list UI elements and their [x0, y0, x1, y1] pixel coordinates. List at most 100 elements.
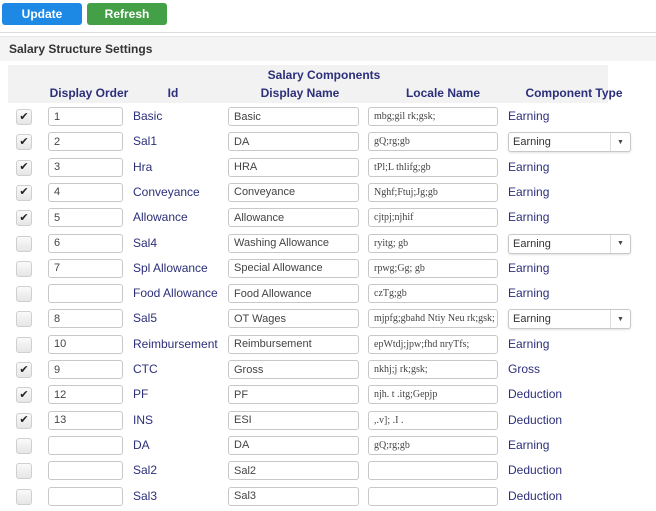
column-header-locale-name: Locale Name	[405, 86, 481, 100]
locale-name-input[interactable]: cjtpj;njhif	[368, 208, 498, 228]
component-type: Gross	[508, 362, 541, 376]
component-id: Hra	[133, 159, 153, 174]
check-icon: ✔	[19, 135, 29, 148]
row-checkbox[interactable]: ✔	[16, 184, 32, 201]
component-type-select[interactable]: Earning ▼	[508, 233, 631, 254]
display-order-input[interactable]: 2	[48, 132, 123, 152]
group-header: Salary Components	[267, 68, 381, 82]
row-checkbox[interactable]: ✔	[16, 362, 32, 378]
row-checkbox[interactable]	[16, 260, 32, 277]
table-row: 10 Reimbursement Reimbursement epWtdj;jpw;f…	[0, 334, 656, 359]
component-type-select[interactable]: Earning ▼	[508, 132, 631, 153]
row-checkbox[interactable]: ✔	[16, 134, 32, 151]
toolbar: Update Refresh	[0, 0, 656, 32]
row-checkbox[interactable]: ✔	[16, 387, 32, 404]
display-order-input[interactable]: 12	[48, 385, 123, 405]
row-checkbox[interactable]: ✔	[16, 210, 32, 227]
display-name-input[interactable]: Conveyance	[228, 182, 359, 202]
display-order-input[interactable]: 10	[48, 334, 123, 354]
row-checkbox[interactable]	[16, 235, 32, 252]
component-id: Sal1	[133, 134, 158, 149]
component-type: Deduction	[508, 387, 563, 402]
display-name-input[interactable]: Gross	[228, 360, 359, 379]
locale-name-input[interactable]: nkhj;j rk;gsk;	[368, 360, 498, 379]
locale-name-input[interactable]: gQ;rg;gb	[368, 132, 498, 152]
row-checkbox[interactable]: ✔	[16, 109, 32, 125]
table-row: ✔ 9 CTC Gross nkhj;j rk;gsk; Gross	[0, 359, 656, 384]
display-name-input[interactable]: Washing Allowance	[228, 233, 359, 253]
table-row: ✔ 2 Sal1 DA gQ;rg;gb Earning ▼	[0, 131, 656, 156]
locale-name-input[interactable]	[368, 486, 498, 506]
component-type: Deduction	[508, 463, 563, 478]
display-order-input[interactable]: 9	[48, 360, 123, 379]
locale-name-input[interactable]: epWtdj;jpw;fhd nryTfs;	[368, 334, 498, 354]
locale-name-input[interactable]: rpwg;Gg; gb	[368, 258, 498, 278]
display-name-input[interactable]: Reimbursement	[228, 334, 359, 354]
component-id: Reimbursement	[133, 336, 218, 351]
display-order-input[interactable]: 6	[48, 233, 123, 253]
check-icon: ✔	[19, 363, 29, 376]
table-header: Salary Components Display Order Id Displ…	[8, 65, 623, 103]
row-checkbox[interactable]	[16, 437, 32, 454]
locale-name-input[interactable]: ,.v]; .I .	[368, 410, 498, 430]
table-row: 8 Sal5 OT Wages mjpfg;gbahd Ntiy Neu rk;gsk…	[0, 308, 656, 333]
row-checkbox[interactable]	[16, 336, 32, 353]
chevron-down-icon[interactable]: ▼	[610, 133, 630, 152]
refresh-button[interactable]: Refresh	[87, 3, 167, 25]
table-row: Sal3 Sal3 Deduction	[0, 486, 656, 511]
check-icon: ✔	[19, 110, 29, 123]
chevron-down-icon[interactable]: ▼	[610, 234, 630, 253]
component-type: Deduction	[508, 412, 563, 427]
display-name-input[interactable]: Basic	[228, 107, 359, 126]
display-name-input[interactable]: HRA	[228, 157, 359, 177]
locale-name-input[interactable]: mjpfg;gbahd Ntiy Neu rk;gsk;	[368, 309, 498, 329]
display-name-input[interactable]: PF	[228, 385, 359, 405]
component-id: Sal2	[133, 463, 158, 478]
component-id: PF	[133, 387, 149, 402]
display-order-input[interactable]	[48, 461, 123, 481]
locale-name-input[interactable]: mbg;gil rk;gsk;	[368, 107, 498, 126]
display-order-input[interactable]: 3	[48, 157, 123, 177]
locale-name-input[interactable]: njh. t .itg;Gepjp	[368, 385, 498, 405]
locale-name-input[interactable]: tPl;L thlifg;gb	[368, 157, 498, 177]
row-checkbox[interactable]	[16, 463, 32, 480]
display-order-input[interactable]: 5	[48, 208, 123, 228]
row-checkbox[interactable]: ✔	[16, 412, 32, 429]
locale-name-input[interactable]	[368, 461, 498, 481]
display-name-input[interactable]: Food Allowance	[228, 284, 359, 304]
display-name-input[interactable]: ESI	[228, 410, 359, 430]
display-name-input[interactable]: OT Wages	[228, 309, 359, 329]
locale-name-input[interactable]: ryitg; gb	[368, 233, 498, 253]
display-order-input[interactable]	[48, 486, 123, 506]
component-id: Basic	[133, 109, 163, 123]
display-name-input[interactable]: DA	[228, 435, 359, 455]
table-row: ✔ 12 PF PF njh. t .itg;Gepjp Deduction	[0, 384, 656, 409]
display-name-input[interactable]: Sal2	[228, 461, 359, 481]
update-button[interactable]: Update	[2, 3, 82, 25]
display-order-input[interactable]	[48, 435, 123, 455]
row-checkbox[interactable]	[16, 311, 32, 328]
chevron-down-icon[interactable]: ▼	[610, 310, 630, 329]
row-checkbox[interactable]	[16, 286, 32, 303]
table-row: ✔ 5 Allowance Allowance cjtpj;njhif Earning	[0, 207, 656, 232]
display-name-input[interactable]: Allowance	[228, 208, 359, 228]
display-order-input[interactable]: 4	[48, 182, 123, 202]
display-name-input[interactable]: Special Allowance	[228, 258, 359, 278]
component-id: Spl Allowance	[133, 260, 208, 275]
row-checkbox[interactable]: ✔	[16, 159, 32, 176]
component-type-select[interactable]: Earning ▼	[508, 309, 631, 330]
check-icon: ✔	[19, 388, 29, 401]
row-checkbox[interactable]	[16, 488, 32, 505]
display-order-input[interactable]: 1	[48, 107, 123, 126]
display-order-input[interactable]	[48, 284, 123, 304]
display-order-input[interactable]: 7	[48, 258, 123, 278]
display-name-input[interactable]: DA	[228, 132, 359, 152]
locale-name-input[interactable]: Nghf;Ftuj;Jg;gb	[368, 182, 498, 202]
display-name-input[interactable]: Sal3	[228, 486, 359, 506]
table-row: ✔ 1 Basic Basic mbg;gil rk;gsk; Earning	[0, 106, 656, 131]
locale-name-input[interactable]: czTg;gb	[368, 284, 498, 304]
display-order-input[interactable]: 13	[48, 410, 123, 430]
table-row: DA DA gQ;rg;gb Earning	[0, 435, 656, 460]
locale-name-input[interactable]: gQ;rg;gb	[368, 435, 498, 455]
display-order-input[interactable]: 8	[48, 309, 123, 329]
